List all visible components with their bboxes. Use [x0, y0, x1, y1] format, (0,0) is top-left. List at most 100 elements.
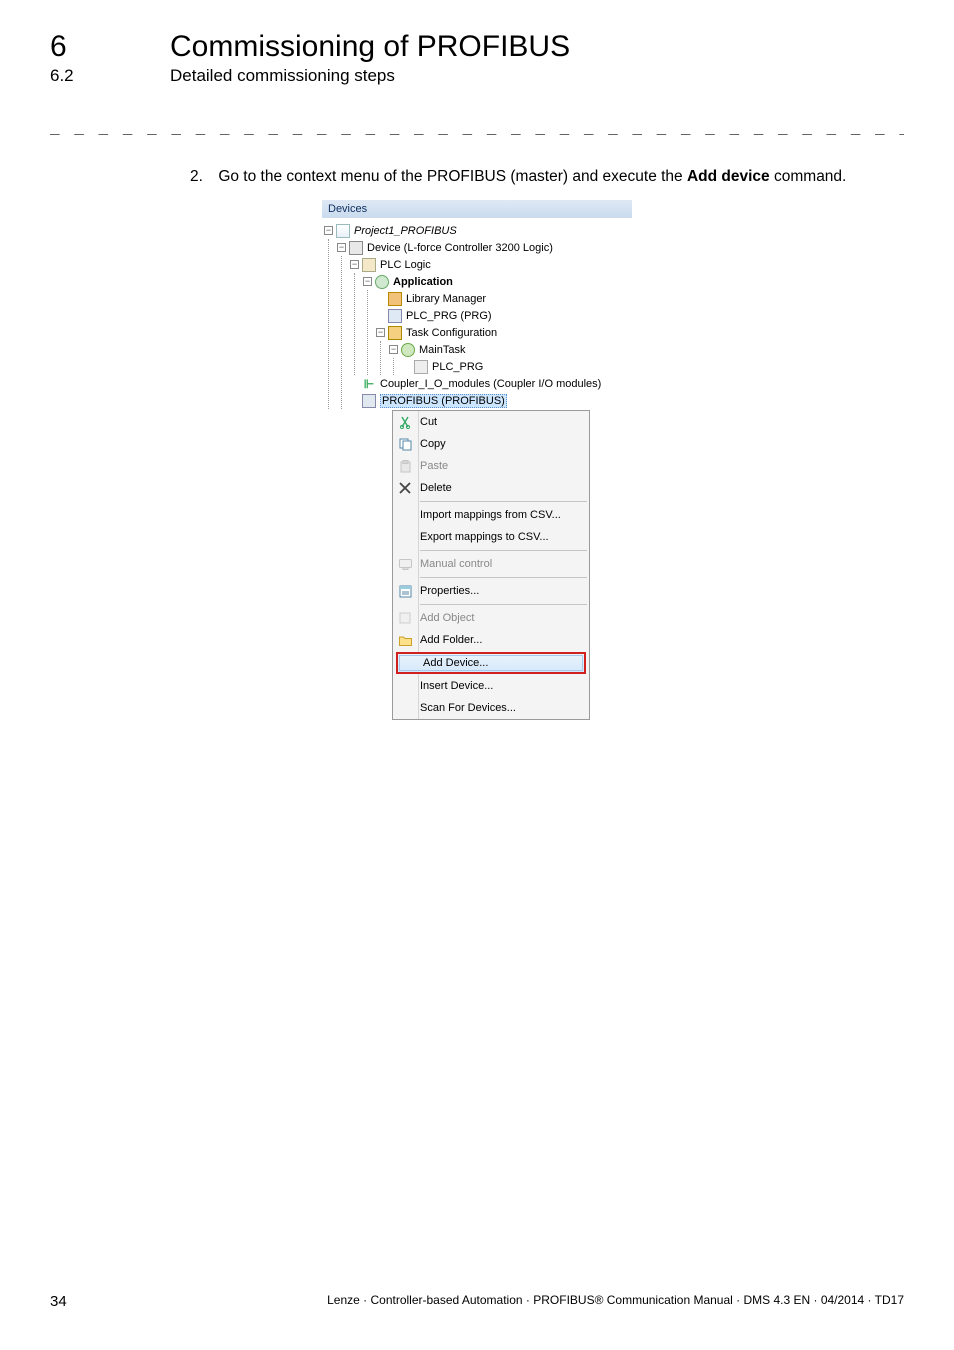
application-icon: [375, 275, 389, 289]
menu-item-add-device[interactable]: Add Device...: [396, 652, 586, 674]
menu-item-import-csv[interactable]: Import mappings from CSV...: [393, 504, 589, 526]
blank-icon: [399, 655, 417, 671]
menu-item-paste[interactable]: Paste: [393, 455, 589, 477]
manual-control-icon: [396, 556, 414, 572]
step-text-bold: Add device: [687, 168, 770, 185]
divider-dashes: _ _ _ _ _ _ _ _ _ _ _ _ _ _ _ _ _ _ _ _ …: [50, 116, 904, 135]
delete-icon: [396, 480, 414, 496]
paste-icon: [396, 458, 414, 474]
devices-panel-title: Devices: [322, 200, 632, 218]
menu-item-copy[interactable]: Copy: [393, 433, 589, 455]
menu-label: Export mappings to CSV...: [420, 531, 583, 543]
menu-item-add-object[interactable]: Add Object: [393, 607, 589, 629]
menu-label: Add Folder...: [420, 634, 583, 646]
menu-item-scan-devices[interactable]: Scan For Devices...: [393, 697, 589, 719]
tree-label: Application: [393, 276, 453, 288]
chapter-number: 6: [50, 30, 170, 64]
tree-label: Device (L-force Controller 3200 Logic): [367, 242, 553, 254]
coupler-icon: ⊩: [362, 377, 376, 391]
tree-label: PLC Logic: [380, 259, 431, 271]
blank-icon: [396, 700, 414, 716]
tree-label: Library Manager: [406, 293, 486, 305]
tree-node-coupler[interactable]: ⊩ Coupler_I_O_modules (Coupler I/O modul…: [350, 375, 630, 392]
expand-icon[interactable]: −: [324, 226, 333, 235]
menu-item-export-csv[interactable]: Export mappings to CSV...: [393, 526, 589, 548]
page-number: 34: [50, 1293, 67, 1310]
tree-node-profibus[interactable]: PROFIBUS (PROFIBUS): [350, 392, 630, 409]
program-call-icon: [414, 360, 428, 374]
tree-node-plclogic[interactable]: − PLC Logic: [350, 256, 630, 273]
chapter-title: Commissioning of PROFIBUS: [170, 30, 570, 64]
section-number: 6.2: [50, 66, 170, 86]
menu-item-manual-control[interactable]: Manual control: [393, 553, 589, 575]
properties-icon: [396, 583, 414, 599]
add-object-icon: [396, 610, 414, 626]
tree-node-plc-prg[interactable]: PLC_PRG (PRG): [376, 307, 630, 324]
tree-label: PLC_PRG (PRG): [406, 310, 492, 322]
program-icon: [388, 309, 402, 323]
menu-separator: [420, 550, 587, 551]
page-footer: 34 Lenze · Controller-based Automation ·…: [50, 1293, 904, 1310]
step-instruction: 2. Go to the context menu of the PROFIBU…: [190, 165, 904, 188]
menu-label: Insert Device...: [420, 680, 583, 692]
expand-icon[interactable]: −: [350, 260, 359, 269]
tree-label: Project1_PROFIBUS: [354, 225, 457, 237]
devices-panel-screenshot: Devices − Project1_PROFIBUS − Device (L-…: [322, 200, 632, 720]
expand-icon[interactable]: −: [363, 277, 372, 286]
menu-separator: [420, 577, 587, 578]
tree-label: Coupler_I_O_modules (Coupler I/O modules…: [380, 378, 601, 390]
tree-node-device[interactable]: − Device (L-force Controller 3200 Logic): [337, 239, 630, 256]
plc-logic-icon: [362, 258, 376, 272]
menu-item-properties[interactable]: Properties...: [393, 580, 589, 602]
menu-label: Properties...: [420, 585, 583, 597]
menu-separator: [420, 604, 587, 605]
tree-node-plc-prg-call[interactable]: PLC_PRG: [402, 358, 630, 375]
expand-icon[interactable]: −: [389, 345, 398, 354]
section-title: Detailed commissioning steps: [170, 66, 395, 86]
cut-icon: [396, 414, 414, 430]
menu-item-insert-device[interactable]: Insert Device...: [393, 675, 589, 697]
expand-icon[interactable]: −: [337, 243, 346, 252]
tree-node-task-config[interactable]: − Task Configuration: [376, 324, 630, 341]
blank-icon: [396, 529, 414, 545]
footer-attribution: Lenze · Controller-based Automation · PR…: [327, 1293, 904, 1310]
step-text-post: command.: [770, 168, 847, 185]
menu-label: Scan For Devices...: [420, 702, 583, 714]
menu-label: Paste: [420, 460, 583, 472]
tree-node-maintask[interactable]: − MainTask: [389, 341, 630, 358]
add-folder-icon: [396, 632, 414, 648]
profibus-icon: [362, 394, 376, 408]
step-text-pre: Go to the context menu of the PROFIBUS (…: [218, 168, 687, 185]
menu-label: Cut: [420, 416, 583, 428]
page-header: 6 Commissioning of PROFIBUS 6.2 Detailed…: [50, 30, 904, 86]
menu-item-add-folder[interactable]: Add Folder...: [393, 629, 589, 651]
menu-item-cut[interactable]: Cut: [393, 411, 589, 433]
blank-icon: [396, 678, 414, 694]
copy-icon: [396, 436, 414, 452]
menu-label: Copy: [420, 438, 583, 450]
menu-item-delete[interactable]: Delete: [393, 477, 589, 499]
menu-separator: [420, 501, 587, 502]
blank-icon: [396, 507, 414, 523]
library-icon: [388, 292, 402, 306]
device-tree: − Project1_PROFIBUS − Device (L-force Co…: [322, 218, 632, 411]
tree-label-selected: PROFIBUS (PROFIBUS): [380, 394, 507, 408]
tree-label: Task Configuration: [406, 327, 497, 339]
task-config-icon: [388, 326, 402, 340]
tree-node-library-manager[interactable]: Library Manager: [376, 290, 630, 307]
menu-label: Add Object: [420, 612, 583, 624]
menu-label: Manual control: [420, 558, 583, 570]
tree-node-project[interactable]: − Project1_PROFIBUS: [324, 222, 630, 239]
menu-label: Delete: [420, 482, 583, 494]
menu-label: Import mappings from CSV...: [420, 509, 583, 521]
expand-icon[interactable]: −: [376, 328, 385, 337]
tree-label: MainTask: [419, 344, 465, 356]
device-icon: [349, 241, 363, 255]
menu-label: Add Device...: [423, 657, 581, 669]
maintask-icon: [401, 343, 415, 357]
context-menu: Cut Copy Paste Delete: [392, 410, 590, 720]
step-number: 2.: [190, 165, 214, 188]
tree-label: PLC_PRG: [432, 361, 483, 373]
tree-node-application[interactable]: − Application: [363, 273, 630, 290]
project-icon: [336, 224, 350, 238]
